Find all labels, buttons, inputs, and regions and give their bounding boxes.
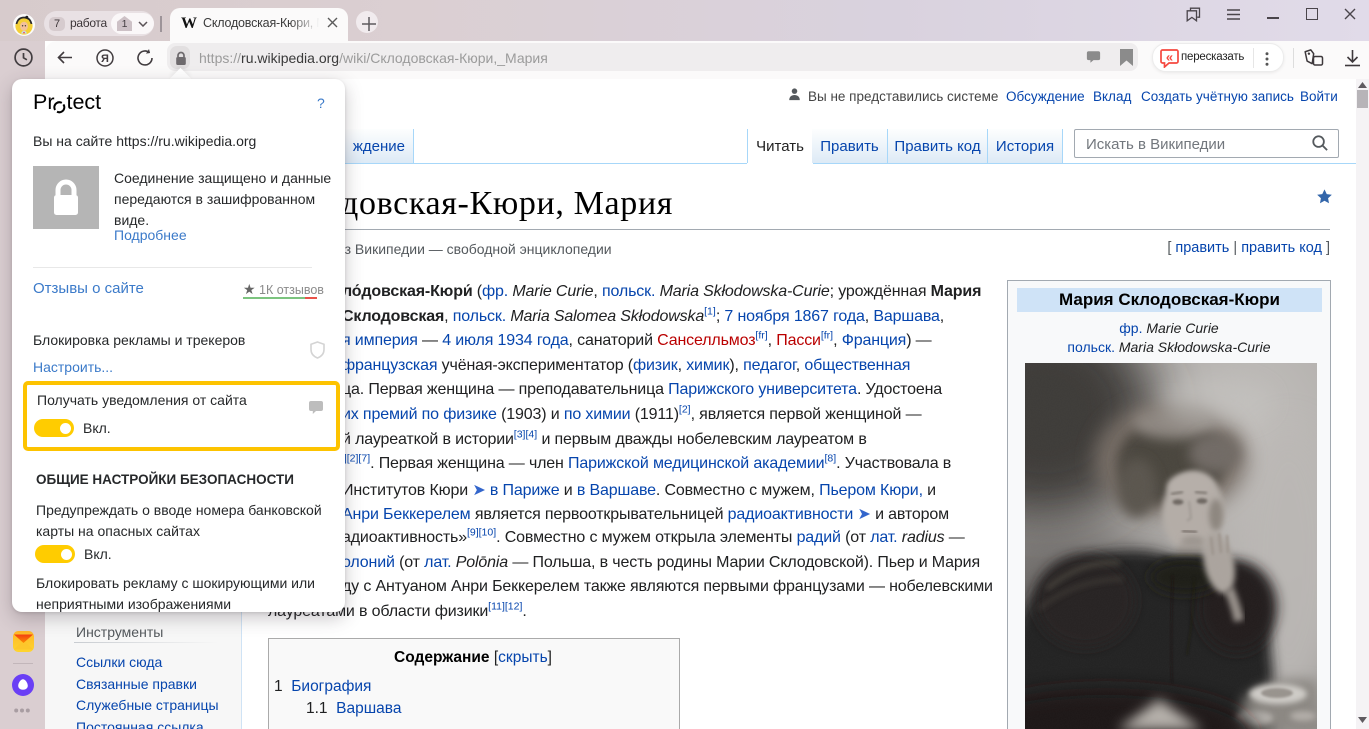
- svg-text:«: «: [1166, 50, 1173, 65]
- svg-text:Я: Я: [101, 53, 109, 65]
